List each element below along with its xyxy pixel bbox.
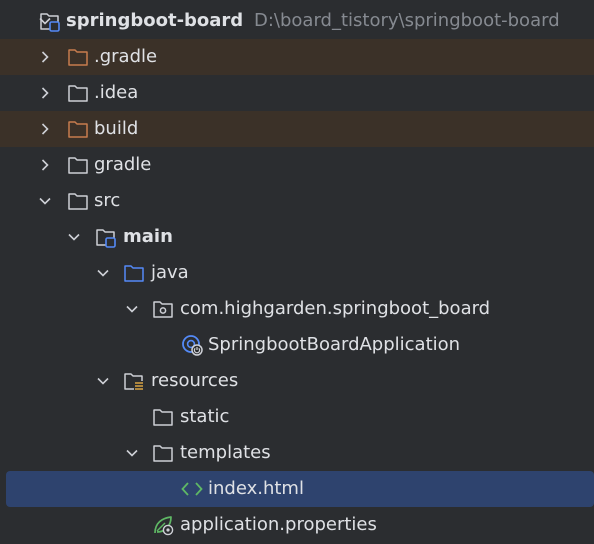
tree-row-app-properties[interactable]: application.properties: [0, 507, 594, 543]
chevron-down-icon[interactable]: [95, 363, 111, 399]
resources-folder-icon: [122, 363, 146, 399]
tree-label: index.html: [208, 478, 304, 499]
tree-row-resources[interactable]: resources: [0, 363, 594, 399]
chevron-down-icon[interactable]: [95, 255, 111, 291]
chevron-down-icon[interactable]: [37, 183, 53, 219]
folder-icon: [151, 399, 175, 435]
folder-icon: [66, 75, 90, 111]
chevron-down-icon[interactable]: [124, 435, 140, 471]
tree-label: resources: [151, 370, 239, 391]
folder-icon: [66, 147, 90, 183]
spring-boot-class-icon: [180, 327, 204, 363]
tree-label: .idea: [94, 82, 139, 103]
chevron-down-icon[interactable]: [124, 291, 140, 327]
tree-label: main: [123, 226, 173, 247]
tree-label: com.highgarden.springboot_board: [180, 298, 491, 319]
tree-row-java[interactable]: java: [0, 255, 594, 291]
tree-row-templates[interactable]: templates: [0, 435, 594, 471]
module-folder-icon: [38, 3, 62, 39]
tree-label: gradle: [94, 154, 152, 175]
tree-row-static[interactable]: static: [0, 399, 594, 435]
tree-row-app-class[interactable]: SpringbootBoardApplication: [0, 327, 594, 363]
folder-icon: [66, 183, 90, 219]
tree-row-package[interactable]: com.highgarden.springboot_board: [0, 291, 594, 327]
chevron-right-icon[interactable]: [37, 111, 53, 147]
tree-label: application.properties: [180, 514, 377, 535]
html-file-icon: [180, 471, 204, 507]
tree-label: static: [180, 406, 230, 427]
project-name: springboot-board: [66, 10, 244, 31]
folder-icon: [151, 435, 175, 471]
tree-label: .gradle: [94, 46, 158, 67]
tree-label: java: [151, 262, 189, 283]
tree-label: build: [94, 118, 139, 139]
tree-row-main[interactable]: main: [0, 219, 594, 255]
folder-excluded-icon: [66, 39, 90, 75]
module-folder-icon: [94, 219, 118, 255]
tree-label: templates: [180, 442, 271, 463]
chevron-right-icon[interactable]: [37, 75, 53, 111]
tree-row-build[interactable]: build: [0, 111, 594, 147]
project-path: D:\board_tistory\springboot-board: [254, 10, 560, 31]
chevron-down-icon[interactable]: [66, 219, 82, 255]
tree-row-gradle[interactable]: gradle: [0, 147, 594, 183]
tree-row-idea[interactable]: .idea: [0, 75, 594, 111]
folder-excluded-icon: [66, 111, 90, 147]
tree-row-index-html[interactable]: index.html: [6, 471, 594, 507]
package-icon: [151, 291, 175, 327]
chevron-right-icon[interactable]: [37, 147, 53, 183]
chevron-right-icon[interactable]: [37, 39, 53, 75]
tree-label: SpringbootBoardApplication: [208, 334, 461, 355]
project-tree[interactable]: springboot-board D:\board_tistory\spring…: [0, 0, 594, 544]
tree-row-src[interactable]: src: [0, 183, 594, 219]
source-folder-icon: [122, 255, 146, 291]
spring-properties-icon: [151, 507, 175, 543]
tree-row-project-root[interactable]: springboot-board D:\board_tistory\spring…: [0, 3, 594, 39]
tree-row-gradle-hidden[interactable]: .gradle: [0, 39, 594, 75]
tree-label: src: [94, 190, 121, 211]
